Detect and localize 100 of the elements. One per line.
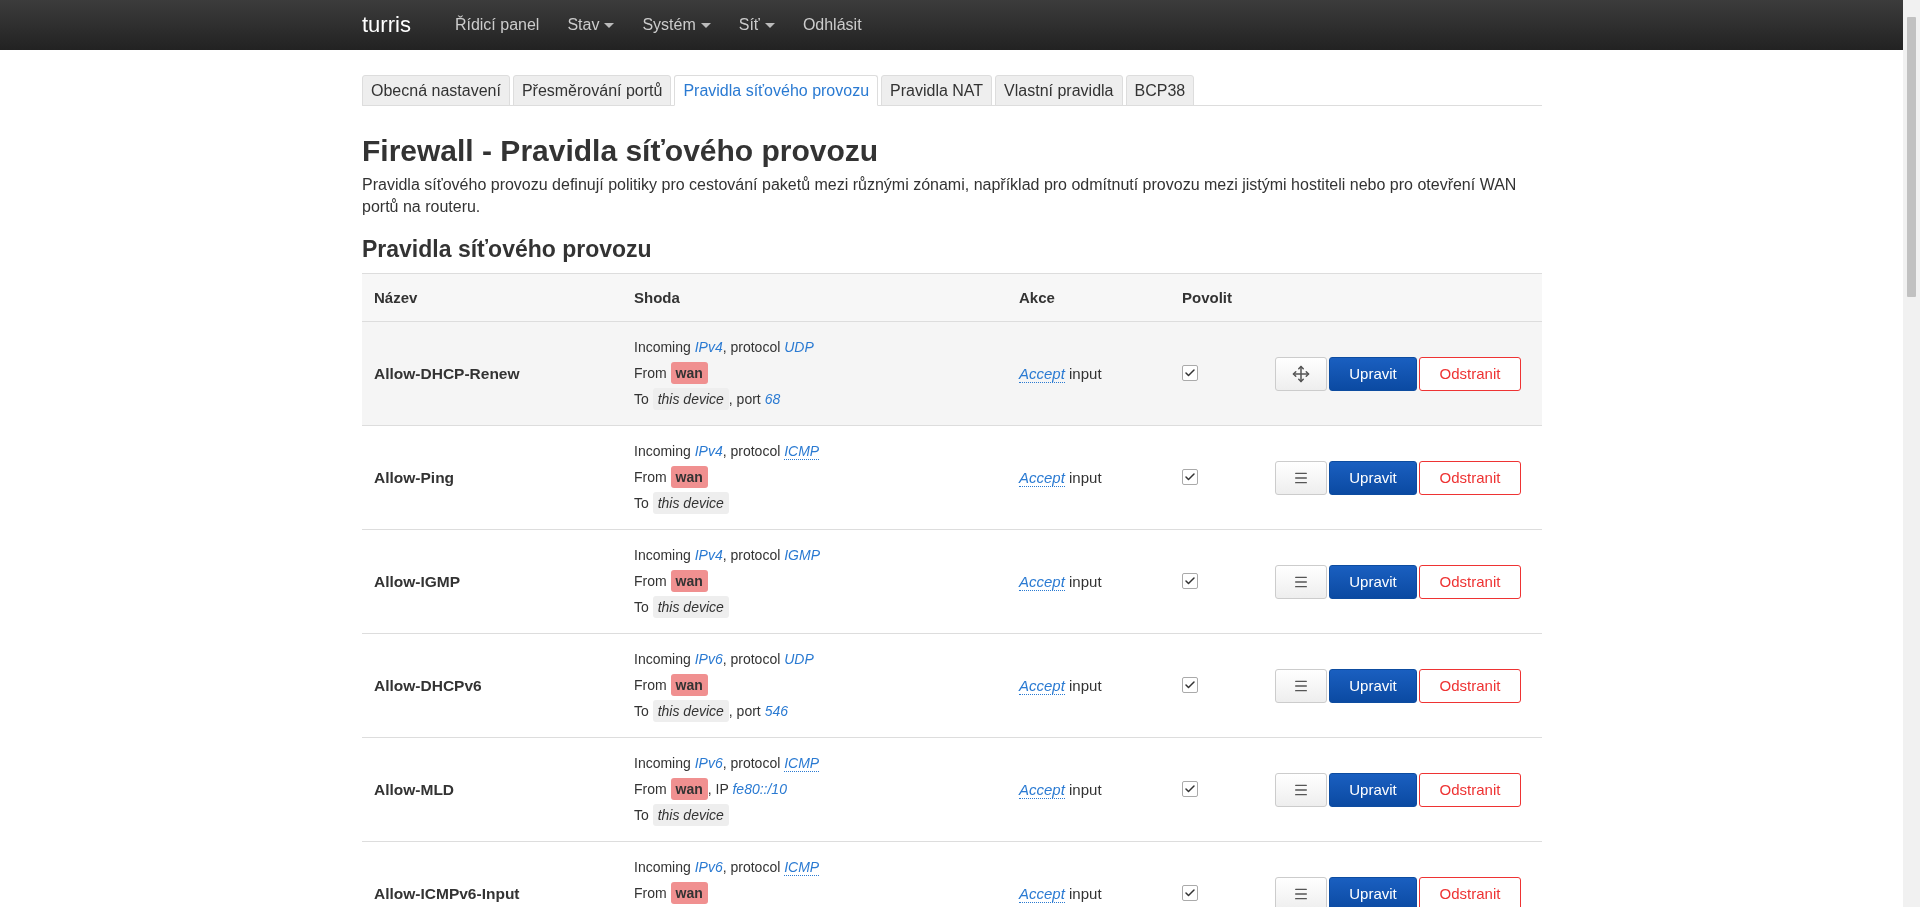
rule-name: Allow-MLD: [373, 780, 456, 799]
rule-name: Allow-DHCP-Renew: [373, 364, 521, 383]
enable-checkbox[interactable]: [1182, 780, 1198, 797]
delete-button[interactable]: Odstranit: [1419, 564, 1521, 599]
match-text: Incoming: [634, 859, 692, 875]
enable-checkbox[interactable]: [1182, 468, 1198, 485]
drag-handle[interactable]: [1275, 772, 1327, 807]
delete-button[interactable]: Odstranit: [1419, 772, 1521, 807]
nav-item[interactable]: Síť: [724, 16, 789, 34]
tab[interactable]: Obecná nastavení: [362, 75, 510, 106]
move-handle[interactable]: [1275, 356, 1327, 391]
match-text: Incoming: [634, 547, 692, 563]
zone-badge: wan: [670, 570, 708, 592]
tab[interactable]: Přesměrování portů: [512, 75, 672, 106]
action-link[interactable]: Accept: [1019, 365, 1065, 383]
action-link[interactable]: Accept: [1019, 573, 1065, 591]
delete-button[interactable]: Odstranit: [1419, 356, 1521, 391]
match-text: To: [634, 807, 650, 823]
delete-button[interactable]: Odstranit: [1419, 460, 1521, 495]
match-value: ICMP: [784, 859, 820, 876]
enable-checkbox[interactable]: [1182, 364, 1198, 381]
match-text: , protocol: [722, 547, 782, 563]
edit-button[interactable]: Upravit: [1329, 356, 1417, 391]
nav-item[interactable]: Stav: [553, 16, 629, 34]
tab[interactable]: BCP38: [1125, 75, 1195, 106]
match-value: 546: [764, 703, 788, 719]
action-text: input: [1069, 365, 1102, 382]
action-link[interactable]: Accept: [1019, 469, 1065, 487]
edit-button[interactable]: Upravit: [1329, 876, 1417, 907]
tab[interactable]: Pravidla síťového provozu: [674, 75, 879, 106]
edit-button[interactable]: Upravit: [1329, 772, 1417, 807]
match-text: From: [634, 781, 668, 797]
scrollbar-thumb[interactable]: [1907, 17, 1916, 297]
nav-item[interactable]: Odhlásit: [788, 16, 876, 34]
rule-name: Allow-ICMPv6-Input: [373, 884, 521, 903]
tab[interactable]: Pravidla NAT: [881, 75, 993, 106]
nav-item[interactable]: Systém: [628, 16, 725, 34]
nav-item[interactable]: Řídicí panel: [440, 16, 554, 34]
caret-icon: [700, 22, 711, 28]
action-link[interactable]: Accept: [1019, 885, 1065, 903]
match-value: fe80::/10: [732, 781, 787, 797]
delete-button[interactable]: Odstranit: [1419, 876, 1521, 907]
enable-checkbox[interactable]: [1182, 572, 1198, 589]
zone-badge: wan: [670, 778, 708, 800]
match-text: , protocol: [722, 755, 782, 771]
match-value: IPv4: [694, 443, 723, 459]
action-link[interactable]: Accept: [1019, 781, 1065, 799]
match-value: IGMP: [784, 547, 820, 563]
device-badge: this device: [652, 492, 729, 514]
match-text: Incoming: [634, 339, 692, 355]
tab[interactable]: Vlastní pravidla: [995, 75, 1123, 106]
device-badge: this device: [652, 596, 729, 618]
device-badge: this device: [652, 804, 729, 826]
match-text: , port: [728, 703, 762, 719]
match-text: , protocol: [722, 443, 782, 459]
match-value: IPv6: [694, 859, 723, 875]
zone-badge: wan: [670, 466, 708, 488]
column-header: Název: [373, 289, 419, 306]
edit-button[interactable]: Upravit: [1329, 564, 1417, 599]
delete-button[interactable]: Odstranit: [1419, 668, 1521, 703]
match-text: From: [634, 469, 668, 485]
caret-icon: [604, 22, 615, 28]
drag-handle[interactable]: [1275, 564, 1327, 599]
check-icon: [1184, 886, 1196, 899]
zone-badge: wan: [670, 362, 708, 384]
check-icon: [1184, 574, 1196, 587]
check-icon: [1184, 678, 1196, 691]
drag-handle[interactable]: [1275, 876, 1327, 907]
action-link[interactable]: Accept: [1019, 677, 1065, 695]
match-text: To: [634, 599, 650, 615]
match-text: To: [634, 703, 650, 719]
drag-handle[interactable]: [1275, 668, 1327, 703]
match-text: , protocol: [722, 651, 782, 667]
match-text: , protocol: [722, 859, 782, 875]
rule-name: Allow-IGMP: [373, 572, 462, 591]
edit-button[interactable]: Upravit: [1329, 668, 1417, 703]
match-value: UDP: [784, 339, 814, 355]
enable-checkbox[interactable]: [1182, 676, 1198, 693]
match-value: 68: [764, 391, 781, 407]
match-text: From: [634, 365, 668, 381]
match-value: IPv4: [694, 339, 723, 355]
enable-checkbox[interactable]: [1182, 884, 1198, 901]
match-value: ICMP: [784, 443, 820, 460]
match-text: , protocol: [722, 339, 782, 355]
match-text: To: [634, 495, 650, 511]
match-value: IPv6: [694, 651, 723, 667]
page-title: Firewall - Pravidla síťového provozu: [362, 134, 880, 168]
match-text: To: [634, 391, 650, 407]
match-value: IPv4: [694, 547, 723, 563]
action-text: input: [1069, 885, 1102, 902]
scrollbar[interactable]: [1903, 0, 1920, 907]
edit-button[interactable]: Upravit: [1329, 460, 1417, 495]
match-value: UDP: [784, 651, 814, 667]
action-text: input: [1069, 469, 1102, 486]
match-text: , IP: [707, 781, 730, 797]
drag-handle[interactable]: [1275, 460, 1327, 495]
brand-logo[interactable]: turris: [362, 12, 411, 38]
match-text: Incoming: [634, 755, 692, 771]
match-text: From: [634, 573, 668, 589]
check-icon: [1184, 366, 1196, 379]
